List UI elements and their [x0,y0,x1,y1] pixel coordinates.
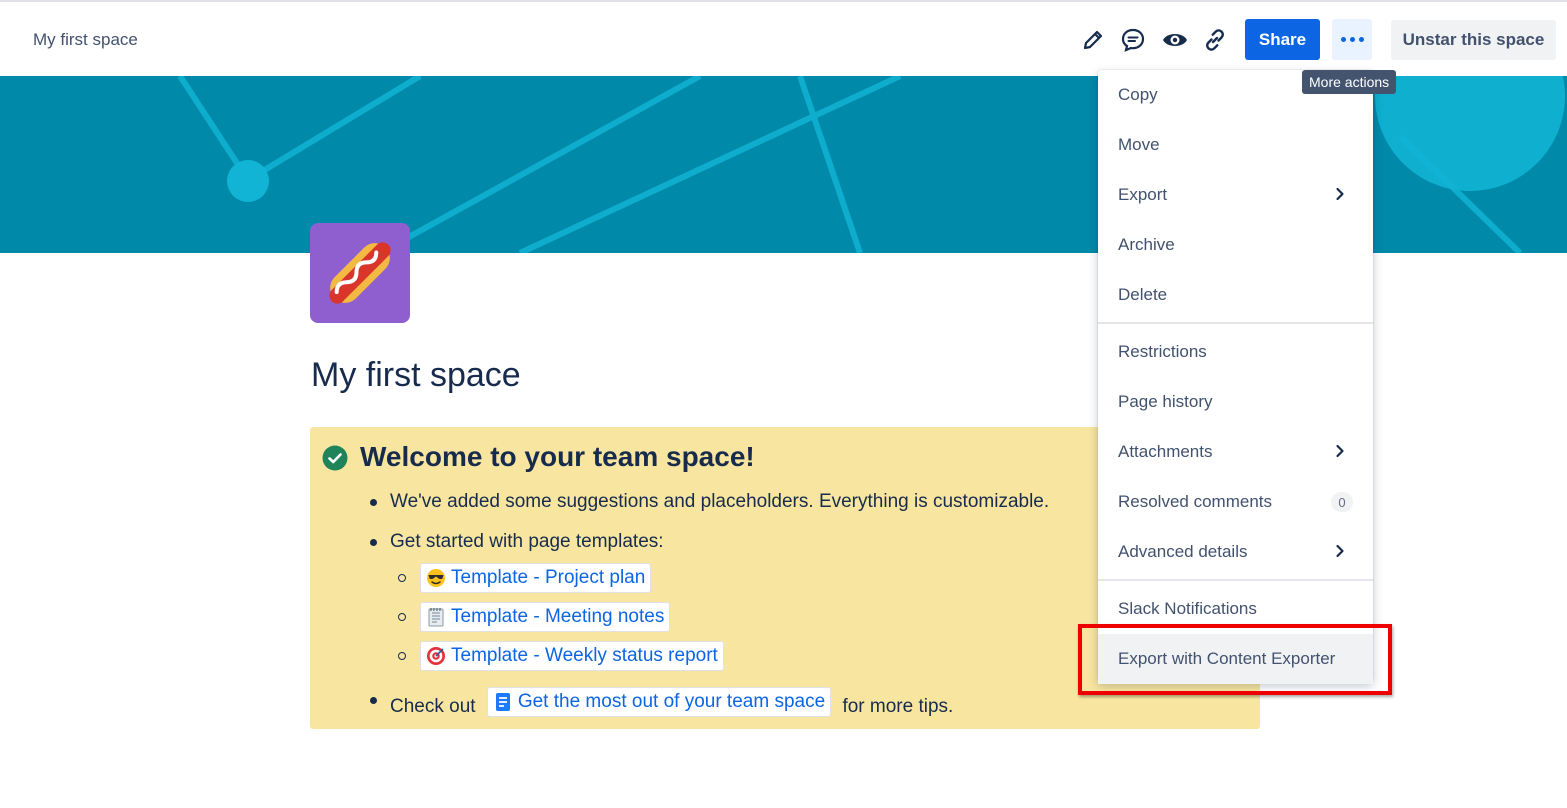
menu-item-export[interactable]: Export [1098,170,1373,220]
space-avatar [310,223,410,323]
team-space-link-label: Get the most out of your team space [517,691,826,712]
menu-item-label: Attachments [1118,442,1213,461]
resolved-comments-count-badge: 0 [1331,492,1353,512]
list-item-text: for more tips. [842,696,954,717]
more-icon [1340,37,1346,42]
menu-item-delete[interactable]: Delete [1098,270,1373,320]
comment-icon[interactable] [1119,26,1147,54]
check-circle-icon [322,445,348,471]
template-link-label: Template - Meeting notes [451,606,665,627]
template-link-label: Template - Project plan [451,567,646,588]
menu-item-archive[interactable]: Archive [1098,220,1373,270]
menu-item-restrictions[interactable]: Restrictions [1098,327,1373,377]
breadcrumb[interactable]: My first space [33,30,138,50]
team-space-link[interactable]: Get the most out of your team space [486,687,832,717]
menu-item-label: Copy [1118,85,1158,104]
unstar-space-button[interactable]: Unstar this space [1391,20,1556,60]
sunglasses-emoji-icon [427,569,445,587]
chevron-right-icon [1336,444,1344,458]
share-button[interactable]: Share [1245,19,1320,60]
more-actions-menu: Copy Move Export Archive Delete Restrict… [1098,70,1373,684]
menu-divider [1098,579,1373,581]
template-link[interactable]: Template - Weekly status report [420,641,724,671]
more-actions-button[interactable] [1332,19,1372,60]
more-icon-dot [1358,37,1364,42]
menu-item-label: Page history [1118,392,1213,411]
menu-item-resolved-comments[interactable]: Resolved comments 0 [1098,477,1373,527]
template-link-label: Template - Weekly status report [451,645,718,666]
menu-item-label: Archive [1118,235,1175,254]
menu-item-label: Delete [1118,285,1168,304]
menu-item-label: Move [1118,135,1160,154]
watch-icon[interactable] [1161,26,1189,54]
page-title: My first space [311,356,521,394]
more-icon-dot [1349,37,1355,42]
page-header: My first space Share Unstar this space [0,2,1567,76]
menu-item-page-history[interactable]: Page history [1098,377,1373,427]
panel-title: Welcome to your team space! [360,441,755,472]
chevron-right-icon [1336,544,1344,558]
template-link[interactable]: Template - Meeting notes [420,602,671,632]
chevron-right-icon [1336,187,1344,201]
hotdog-icon [329,242,391,304]
menu-divider [1098,322,1373,324]
target-emoji-icon [427,647,445,665]
menu-item-attachments[interactable]: Attachments [1098,427,1373,477]
list-item-text: We've added some suggestions and placeho… [390,491,1050,512]
edit-icon[interactable] [1079,26,1107,54]
menu-item-label: Restrictions [1118,342,1207,361]
menu-item-label: Resolved comments [1118,492,1273,511]
menu-item-slack-notifications[interactable]: Slack Notifications [1098,584,1373,634]
menu-item-export-with-content-exporter[interactable]: Export with Content Exporter [1098,634,1373,684]
menu-item-label: Export [1118,185,1168,204]
menu-item-move[interactable]: Move [1098,120,1373,170]
menu-item-advanced-details[interactable]: Advanced details [1098,527,1373,577]
template-link[interactable]: Template - Project plan [420,563,652,593]
list-item-text: Get started with page templates: [390,531,664,552]
list-item: Check out Get the most out of your team … [370,687,1250,720]
menu-item-label: Advanced details [1118,542,1248,561]
more-actions-tooltip: More actions [1302,70,1397,94]
list-item-text: Check out [390,696,476,717]
menu-item-label: Slack Notifications [1118,599,1257,618]
notepad-emoji-icon [428,608,444,627]
document-icon [495,693,510,711]
link-icon[interactable] [1201,26,1229,54]
menu-item-label: Export with Content Exporter [1118,649,1336,668]
